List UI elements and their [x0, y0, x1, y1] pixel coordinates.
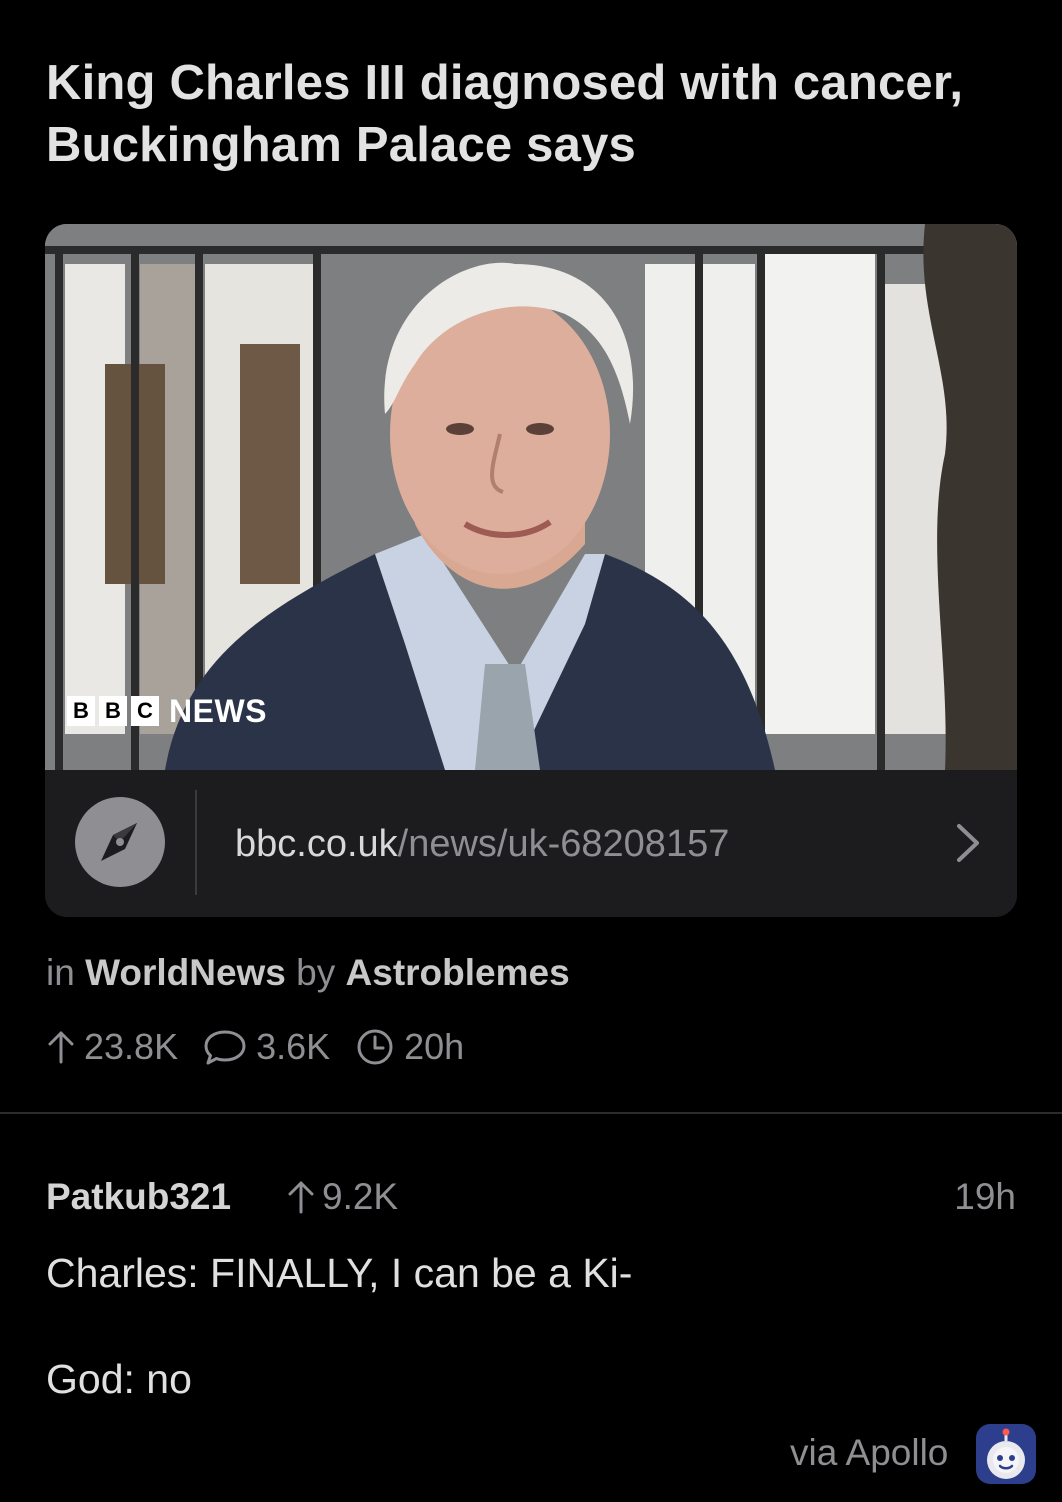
link-path: /news/uk-68208157: [397, 823, 730, 865]
link-url[interactable]: bbc.co.uk/news/uk-68208157: [235, 822, 729, 866]
section-divider: [0, 1112, 1062, 1114]
post-age: 20h: [404, 1026, 465, 1067]
compass-icon: [75, 797, 165, 887]
comment-author[interactable]: Patkub321: [46, 1174, 231, 1220]
comment-count: 3.6K: [256, 1026, 331, 1067]
meta-prefix: in: [46, 952, 75, 993]
subreddit-link[interactable]: WorldNews: [85, 952, 286, 993]
link-divider: [195, 790, 197, 895]
upvote-stat[interactable]: 23.8K: [46, 1026, 178, 1068]
comment-score-value: 9.2K: [322, 1176, 399, 1217]
bbc-box-3: C: [131, 696, 159, 726]
comment-score: 9.2K: [286, 1174, 398, 1220]
bbc-news-watermark: B B C NEWS: [67, 692, 267, 729]
arrow-up-icon: [48, 1031, 74, 1064]
comment-body-line-1: Charles: FINALLY, I can be a Ki-: [46, 1250, 633, 1296]
arrow-up-icon: [288, 1181, 314, 1214]
article-thumbnail: B B C NEWS: [45, 224, 1017, 770]
bbc-news-text: NEWS: [169, 692, 267, 729]
post-title[interactable]: King Charles III diagnosed with cancer, …: [46, 52, 1006, 176]
clock-icon: [357, 1029, 393, 1065]
comment-body-line-2: God: no: [46, 1356, 192, 1402]
comment-stat[interactable]: 3.6K: [202, 1026, 330, 1068]
post-stats: 23.8K 3.6K 20h: [46, 1025, 488, 1069]
apollo-app-icon: [976, 1424, 1036, 1484]
comment-age: 19h: [954, 1176, 1016, 1217]
meta-by: by: [296, 952, 336, 993]
link-bar[interactable]: bbc.co.uk/news/uk-68208157: [45, 770, 1017, 917]
link-preview-card[interactable]: B B C NEWS bbc.co.uk/news/uk-68208157: [45, 224, 1017, 917]
bbc-box-2: B: [99, 696, 127, 726]
bbc-box-1: B: [67, 696, 95, 726]
link-host: bbc.co.uk: [235, 823, 398, 865]
via-apollo-label: via Apollo: [790, 1432, 949, 1473]
post-meta: in WorldNews by Astroblemes: [46, 950, 570, 996]
age-stat: 20h: [354, 1026, 464, 1068]
chevron-right-icon[interactable]: [953, 818, 983, 873]
comment-bubble-icon: [204, 1030, 246, 1065]
upvote-count: 23.8K: [84, 1026, 179, 1067]
author-link[interactable]: Astroblemes: [346, 952, 570, 993]
